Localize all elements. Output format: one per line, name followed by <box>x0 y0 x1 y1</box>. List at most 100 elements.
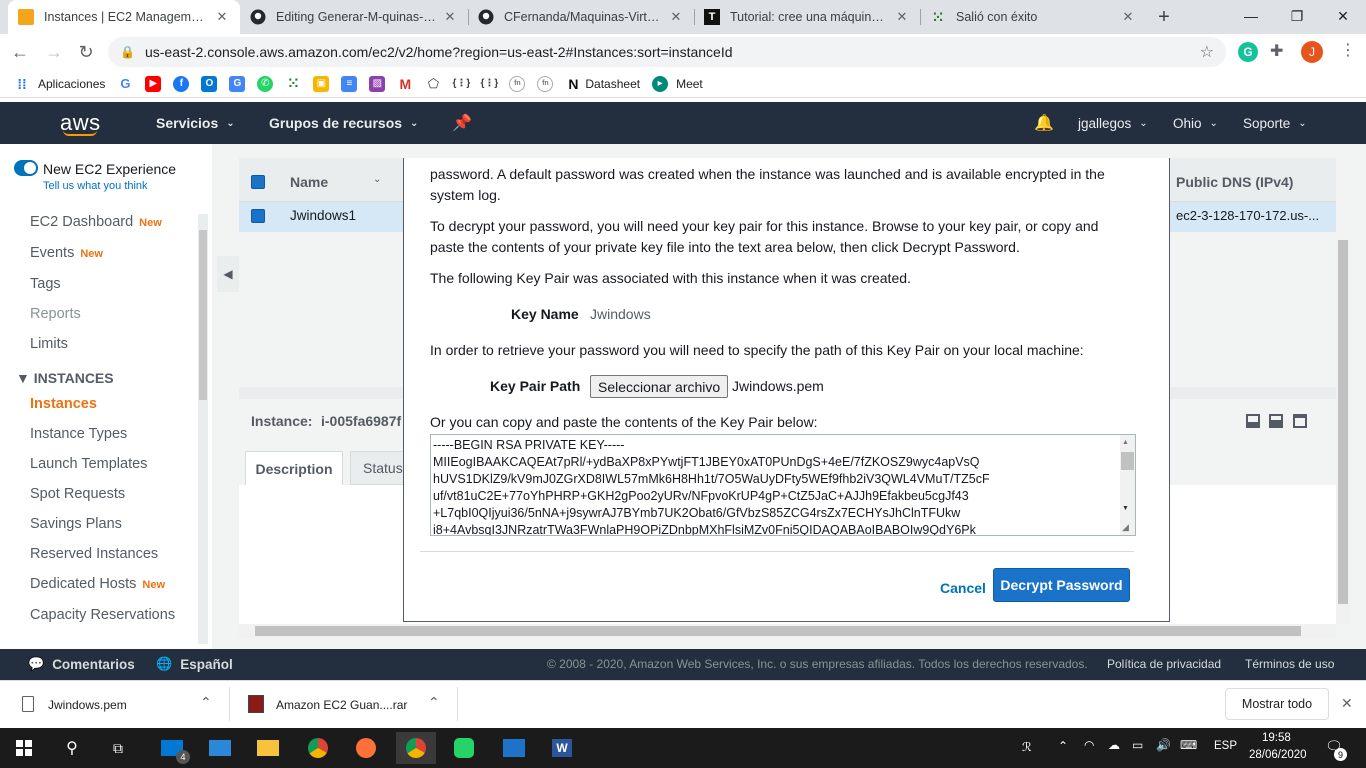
tab-github-editing[interactable]: Editing Generar-M-quinas-Virtu ✕ <box>240 0 468 34</box>
grammarly-extension-icon[interactable]: G <box>1238 42 1258 62</box>
input-language[interactable]: ESP <box>1214 740 1237 752</box>
panel-size-large-icon[interactable] <box>1293 414 1307 428</box>
support-menu[interactable]: Soporte ⌄ <box>1243 102 1307 144</box>
sidebar-item-tags[interactable]: Tags <box>30 276 61 292</box>
scroll-up-icon[interactable]: ▲ <box>1122 439 1129 446</box>
minimize-button[interactable]: — <box>1228 0 1274 32</box>
bottom-scrollbar[interactable] <box>239 624 1336 638</box>
remote-desktop-icon[interactable] <box>200 732 240 764</box>
new-experience-toggle[interactable] <box>14 160 38 176</box>
sidebar-scroll-thumb[interactable] <box>199 230 207 400</box>
sidebar-section-instances[interactable]: ▼ INSTANCES <box>16 370 114 386</box>
star-bookmark-icon[interactable]: ☆ <box>1200 42 1214 62</box>
bookmark-translate[interactable]: G <box>229 75 246 92</box>
bell-icon[interactable]: 🔔 <box>1034 102 1054 144</box>
sort-chevron-icon[interactable]: ⌄ <box>373 174 381 185</box>
bookmark-brackets-2[interactable]: {⋮} <box>480 76 498 92</box>
sidebar-item-events[interactable]: Events New <box>30 245 103 261</box>
cancel-button[interactable]: Cancel <box>940 580 986 596</box>
bookmark-youtube[interactable]: ▶ <box>145 75 162 92</box>
tab-status[interactable]: Status <box>350 451 410 485</box>
show-all-button[interactable]: Mostrar todo <box>1225 688 1329 720</box>
battery-icon[interactable]: ▭ <box>1132 738 1143 752</box>
resize-grip-icon[interactable]: ◢ <box>1122 522 1129 533</box>
decrypt-password-button[interactable]: Decrypt Password <box>993 568 1130 602</box>
close-tab-icon[interactable]: ✕ <box>668 9 684 25</box>
region-menu[interactable]: Ohio ⌄ <box>1173 102 1218 144</box>
tab-description[interactable]: Description <box>245 451 343 485</box>
cloud-icon[interactable]: ☁ <box>1108 738 1120 752</box>
firefox-icon[interactable] <box>346 732 386 764</box>
textarea-scroll-thumb[interactable] <box>1121 452 1134 470</box>
keyboard-icon[interactable]: ⌨ <box>1180 738 1197 752</box>
sidebar-item-capacity-reservations[interactable]: Capacity Reservations <box>30 607 175 623</box>
bookmark-circle-1[interactable]: fn <box>509 75 526 92</box>
mail-app-icon[interactable]: 4 <box>152 732 192 764</box>
bookmark-pentagon[interactable]: ⬠ <box>425 76 441 92</box>
bookmark-facebook[interactable]: f <box>173 75 190 92</box>
clock-time[interactable]: 19:58 <box>1262 732 1291 744</box>
bookmark-google[interactable]: G <box>117 76 133 92</box>
sidebar-item-launch-templates[interactable]: Launch Templates <box>30 456 147 472</box>
resource-groups-menu[interactable]: Grupos de recursos ⌄ <box>269 102 418 144</box>
wifi-icon[interactable]: ◠ <box>1084 738 1094 752</box>
file-explorer-icon[interactable] <box>248 732 288 764</box>
tab-success[interactable]: ⁙ Salió con éxito ✕ <box>920 0 1146 34</box>
close-tab-icon[interactable]: ✕ <box>894 9 910 25</box>
user-menu[interactable]: jgallegos ⌄ <box>1078 102 1148 144</box>
sidebar-item-reports[interactable]: Reports <box>30 306 81 322</box>
terms-link[interactable]: Términos de uso <box>1245 657 1334 671</box>
download-item-rar[interactable]: Amazon EC2 Guan....rar <box>276 698 407 712</box>
tab-ec2-management[interactable]: Instances | EC2 Management Co ✕ <box>8 0 240 34</box>
address-bar[interactable]: 🔒 us-east-2.console.aws.amazon.com/ec2/v… <box>108 37 1226 67</box>
column-header-name[interactable]: Name <box>290 174 328 190</box>
sidebar-scrollbar[interactable] <box>198 214 208 644</box>
textarea-scrollbar[interactable]: ▲ ▼ ◢ <box>1120 435 1135 535</box>
close-tab-icon[interactable]: ✕ <box>214 9 230 25</box>
task-view-icon[interactable]: ⧉ <box>98 732 138 764</box>
bookmark-dots[interactable]: ⁙ <box>285 75 301 92</box>
bookmark-outlook[interactable]: O <box>201 75 218 92</box>
close-tab-icon[interactable]: ✕ <box>442 9 458 25</box>
bookmark-gmail[interactable]: M <box>397 76 413 92</box>
close-tab-icon[interactable]: ✕ <box>1120 9 1136 25</box>
tell-us-link[interactable]: Tell us what you think <box>43 180 148 192</box>
download-item-pem[interactable]: Jwindows.pem <box>48 698 127 712</box>
chevron-up-icon[interactable]: ⌃ <box>200 694 212 711</box>
private-key-textarea[interactable]: -----BEGIN RSA PRIVATE KEY----- MIIEogIB… <box>430 434 1136 536</box>
choose-file-button[interactable]: Seleccionar archivo <box>590 375 729 398</box>
feedback-link[interactable]: 💬 Comentarios <box>28 656 135 672</box>
tray-chevron-icon[interactable]: ⌃ <box>1058 739 1068 753</box>
bookmark-classroom[interactable]: ▣ <box>313 75 330 92</box>
extensions-puzzle-icon[interactable]: ✚ <box>1270 41 1283 61</box>
people-icon[interactable]: ℛ <box>1022 740 1032 754</box>
profile-avatar[interactable]: J <box>1301 41 1323 63</box>
tab-tutorial[interactable]: T Tutorial: cree una máquina virtu ✕ <box>694 0 920 34</box>
volume-icon[interactable]: 🔊 <box>1156 738 1171 752</box>
clock-date[interactable]: 28/06/2020 <box>1249 749 1307 761</box>
close-downloads-icon[interactable]: ✕ <box>1341 695 1353 712</box>
tab-github-repo[interactable]: CFernanda/Maquinas-Virtuales ✕ <box>468 0 694 34</box>
bookmark-brackets-1[interactable]: {⋮} <box>452 76 470 92</box>
sidebar-item-instances[interactable]: Instances <box>30 396 97 412</box>
menu-kebab-icon[interactable]: ⋮ <box>1340 40 1356 60</box>
sidebar-item-ec2-dashboard[interactable]: EC2 Dashboard New <box>30 214 162 230</box>
vertical-scrollbar[interactable] <box>1336 240 1350 624</box>
search-icon[interactable]: ⚲ <box>52 732 92 764</box>
media-player-icon[interactable] <box>494 732 534 764</box>
aws-logo[interactable]: aws <box>60 102 101 144</box>
close-window-button[interactable]: ✕ <box>1320 0 1366 32</box>
whatsapp-desktop-icon[interactable] <box>444 732 484 764</box>
chrome-active-icon[interactable] <box>396 732 436 764</box>
panel-size-medium-icon[interactable] <box>1269 414 1283 428</box>
windows-start-icon[interactable] <box>4 732 44 764</box>
collapse-sidebar-icon[interactable]: ◀ <box>217 256 239 292</box>
bookmark-circle-2[interactable]: fn <box>537 75 554 92</box>
select-all-checkbox[interactable] <box>251 175 265 189</box>
pin-icon[interactable]: 📌 <box>452 102 472 144</box>
panel-size-small-icon[interactable] <box>1246 414 1260 428</box>
sidebar-item-spot-requests[interactable]: Spot Requests <box>30 486 125 502</box>
sidebar-item-instance-types[interactable]: Instance Types <box>30 426 127 442</box>
sidebar-item-dedicated-hosts[interactable]: Dedicated Hosts New <box>30 576 165 592</box>
bottom-scroll-thumb[interactable] <box>255 626 1301 636</box>
